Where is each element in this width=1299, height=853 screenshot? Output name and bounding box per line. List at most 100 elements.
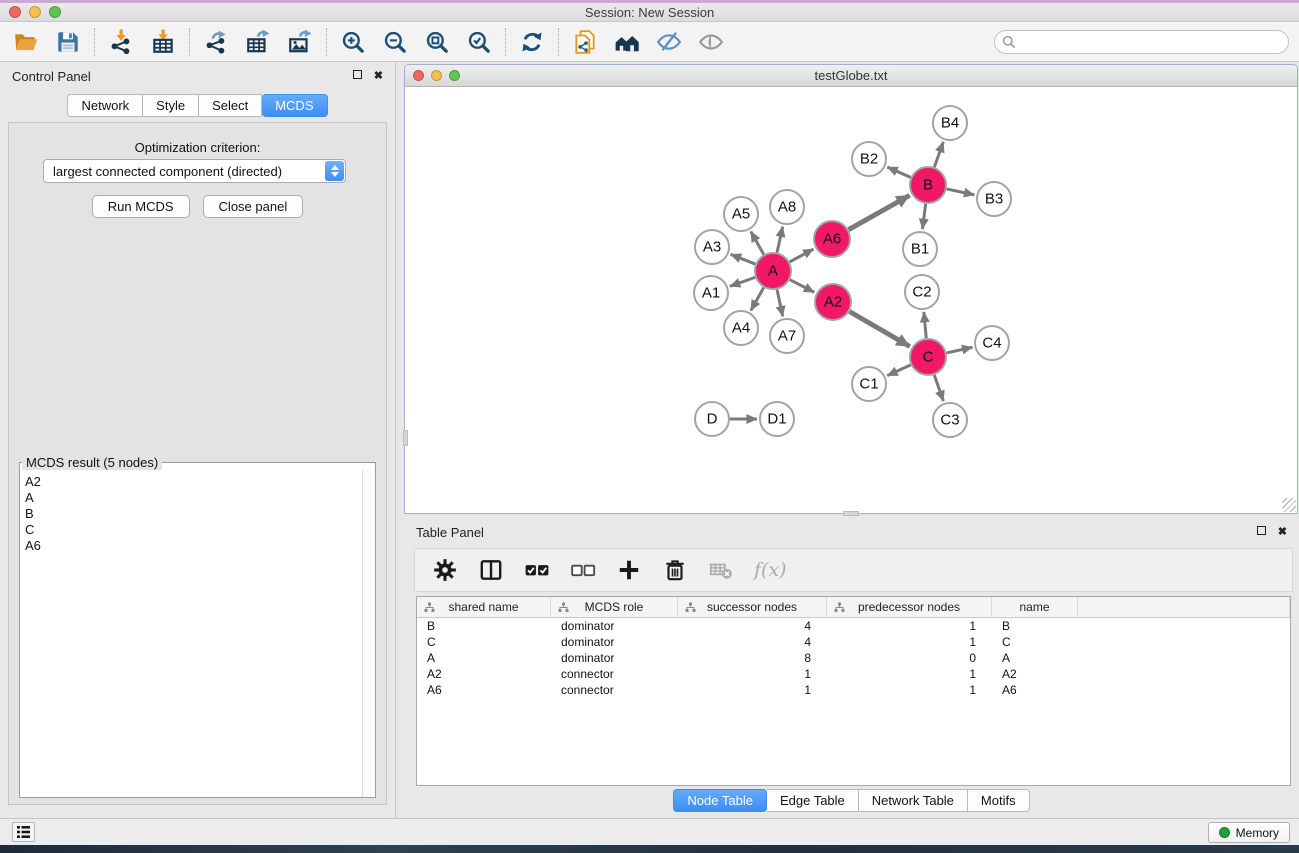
table-row[interactable]: A6connector11A6 (417, 682, 1290, 698)
table-cell[interactable]: 1 (827, 666, 992, 682)
export-image-icon[interactable] (287, 29, 313, 55)
network-canvas[interactable]: B4B2BB3A5A8A6A3B1AA1C2A2A4A7C4CC1C3DD1 (405, 87, 1297, 513)
table-cell[interactable]: 1 (827, 634, 992, 650)
search-input[interactable] (1016, 35, 1288, 49)
table-cell[interactable]: A6 (417, 682, 551, 698)
hide-selected-eye-icon[interactable] (656, 29, 682, 55)
table-cell[interactable]: C (417, 634, 551, 650)
function-builder-icon-disabled[interactable]: f(x) (754, 559, 787, 581)
table-cell[interactable]: 0 (827, 650, 992, 666)
home-view-icon[interactable] (614, 29, 640, 55)
close-panel-button[interactable]: Close panel (203, 195, 304, 218)
import-table-icon[interactable] (150, 29, 176, 55)
table-cell[interactable]: A6 (992, 682, 1078, 698)
zoom-in-icon[interactable] (340, 29, 366, 55)
table-cell[interactable]: dominator (551, 618, 678, 634)
graph-edge-B-B2[interactable] (887, 167, 910, 177)
criterion-select[interactable]: largest connected component (directed) (43, 159, 346, 183)
import-network-icon[interactable] (108, 29, 134, 55)
table-cell[interactable]: 8 (678, 650, 827, 666)
vertical-splitter-grip[interactable] (403, 430, 408, 446)
mcds-result-item[interactable]: B (25, 506, 356, 522)
float-table-panel-icon[interactable] (1257, 526, 1266, 538)
graph-edge-C-C2[interactable] (924, 312, 926, 338)
graph-edge-A-A4[interactable] (751, 288, 764, 311)
mcds-result-item[interactable]: A6 (25, 538, 356, 554)
tab-node-table[interactable]: Node Table (673, 789, 767, 812)
save-session-icon[interactable] (55, 29, 81, 55)
task-history-button[interactable] (12, 822, 35, 842)
column-header-successor-nodes[interactable]: successor nodes (678, 597, 827, 617)
graph-edge-A-A1[interactable] (730, 277, 755, 286)
table-options-gear-icon[interactable] (432, 557, 458, 583)
network-window-titlebar[interactable]: testGlobe.txt (405, 65, 1297, 87)
open-session-icon[interactable] (13, 29, 39, 55)
close-panel-icon[interactable]: ✖ (374, 71, 383, 82)
horizontal-splitter-grip[interactable] (843, 511, 859, 516)
table-cell[interactable]: C (992, 634, 1078, 650)
graph-edge-A-A5[interactable] (751, 231, 764, 254)
mcds-result-item[interactable]: A (25, 490, 356, 506)
float-panel-icon[interactable] (353, 70, 362, 82)
zoom-selected-icon[interactable] (466, 29, 492, 55)
graph-edge-C-C1[interactable] (887, 365, 911, 376)
table-cell[interactable]: A2 (417, 666, 551, 682)
graph-edge-B-B4[interactable] (934, 142, 943, 167)
table-cell[interactable]: 4 (678, 634, 827, 650)
export-network-icon[interactable] (203, 29, 229, 55)
table-row[interactable]: Adominator80A (417, 650, 1290, 666)
column-header-MCDS-role[interactable]: MCDS role (551, 597, 678, 617)
memory-button[interactable]: Memory (1208, 822, 1290, 843)
show-all-eye-icon[interactable] (698, 29, 724, 55)
graph-edge-A-A3[interactable] (731, 254, 756, 264)
graph-edge-B-B3[interactable] (947, 189, 975, 195)
graph-edge-A-A6[interactable] (790, 249, 814, 262)
tab-motifs[interactable]: Motifs (968, 789, 1030, 812)
export-table-icon[interactable] (245, 29, 271, 55)
graph-edge-B-B1[interactable] (922, 204, 925, 229)
run-mcds-button[interactable]: Run MCDS (92, 195, 190, 218)
select-all-checks-icon[interactable] (524, 557, 550, 583)
table-cell[interactable]: A (417, 650, 551, 666)
tab-network[interactable]: Network (67, 94, 143, 117)
table-cell[interactable]: 1 (827, 618, 992, 634)
add-column-icon[interactable] (616, 557, 642, 583)
table-row[interactable]: A2connector11A2 (417, 666, 1290, 682)
delete-table-icon-disabled[interactable] (708, 557, 734, 583)
table-cell[interactable]: dominator (551, 650, 678, 666)
table-row[interactable]: Bdominator41B (417, 618, 1290, 634)
delete-column-trash-icon[interactable] (662, 557, 688, 583)
network-graph[interactable]: B4B2BB3A5A8A6A3B1AA1C2A2A4A7C4CC1C3DD1 (405, 87, 1297, 511)
result-scrollbar[interactable] (362, 470, 375, 797)
tab-network-table[interactable]: Network Table (859, 789, 968, 812)
column-header-predecessor-nodes[interactable]: predecessor nodes (827, 597, 992, 617)
show-columns-icon[interactable] (478, 557, 504, 583)
graph-edge-A-A7[interactable] (777, 290, 783, 317)
table-cell[interactable]: connector (551, 666, 678, 682)
table-cell[interactable]: B (992, 618, 1078, 634)
table-cell[interactable]: connector (551, 682, 678, 698)
mcds-result-item[interactable]: A2 (25, 474, 356, 490)
graph-edge-A-A8[interactable] (777, 227, 783, 253)
mcds-result-list[interactable]: A2ABCA6 (20, 472, 361, 797)
duplicate-network-icon[interactable] (572, 29, 598, 55)
tab-edge-table[interactable]: Edge Table (767, 789, 859, 812)
zoom-fit-icon[interactable] (424, 29, 450, 55)
graph-edge-A6-B[interactable] (849, 195, 910, 229)
table-cell[interactable]: dominator (551, 634, 678, 650)
table-cell[interactable]: 1 (678, 666, 827, 682)
graph-edge-A2-C[interactable] (849, 312, 909, 347)
column-header-shared-name[interactable]: shared name (417, 597, 551, 617)
tab-select[interactable]: Select (199, 94, 262, 117)
refresh-layout-icon[interactable] (519, 29, 545, 55)
column-header-name[interactable]: name (992, 597, 1078, 617)
table-cell[interactable]: B (417, 618, 551, 634)
deselect-all-checks-icon[interactable] (570, 557, 596, 583)
graph-edge-C-C3[interactable] (934, 375, 943, 401)
window-resize-grip[interactable] (1282, 498, 1296, 512)
table-cell[interactable]: 4 (678, 618, 827, 634)
table-row[interactable]: Cdominator41C (417, 634, 1290, 650)
table-cell[interactable]: A2 (992, 666, 1078, 682)
graph-edge-A-A2[interactable] (790, 280, 814, 293)
tab-mcds[interactable]: MCDS (262, 94, 327, 117)
